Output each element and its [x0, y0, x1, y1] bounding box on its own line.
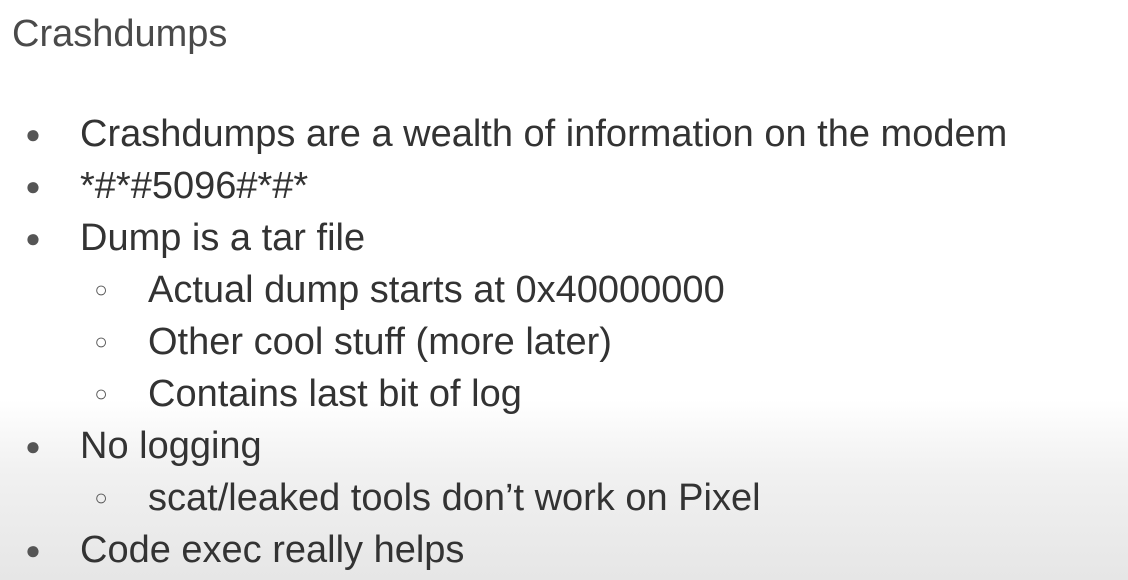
bullet-item: ● Code exec really helps [0, 524, 1128, 576]
sub-bullet-text: Contains last bit of log [148, 373, 522, 415]
bullet-icon: ● [25, 535, 41, 565]
bullet-text: No logging [80, 425, 262, 467]
sub-bullet-item: ○ Contains last bit of log [0, 368, 1128, 420]
bullet-icon: ● [25, 431, 41, 461]
sub-bullet-icon: ○ [94, 485, 108, 510]
sub-bullet-icon: ○ [94, 381, 108, 406]
bullet-item: ● *#*#5096#*#* [0, 160, 1128, 212]
sub-bullet-icon: ○ [94, 277, 108, 302]
slide: Crashdumps ● Crashdumps are a wealth of … [0, 0, 1128, 580]
sub-bullet-icon: ○ [94, 329, 108, 354]
bullet-item: ● Crashdumps are a wealth of information… [0, 108, 1128, 160]
bullet-text: Code exec really helps [80, 529, 465, 571]
sub-bullet-text: scat/leaked tools don’t work on Pixel [148, 477, 761, 519]
bullet-list: ● Crashdumps are a wealth of information… [0, 108, 1128, 576]
sub-bullet-item: ○ scat/leaked tools don’t work on Pixel [0, 472, 1128, 524]
bullet-text: *#*#5096#*#* [80, 165, 309, 207]
bullet-icon: ● [25, 223, 41, 253]
bullet-item: ● No logging [0, 420, 1128, 472]
bullet-text: Crashdumps are a wealth of information o… [80, 113, 1008, 155]
sub-bullet-text: Actual dump starts at 0x40000000 [148, 269, 725, 311]
bullet-text: Dump is a tar file [80, 217, 366, 259]
bullet-item: ● Dump is a tar file [0, 212, 1128, 264]
slide-title: Crashdumps [12, 13, 228, 55]
sub-bullet-item: ○ Other cool stuff (more later) [0, 316, 1128, 368]
sub-bullet-item: ○ Actual dump starts at 0x40000000 [0, 264, 1128, 316]
bullet-icon: ● [25, 171, 41, 201]
sub-bullet-text: Other cool stuff (more later) [148, 321, 612, 363]
bullet-icon: ● [25, 119, 41, 149]
